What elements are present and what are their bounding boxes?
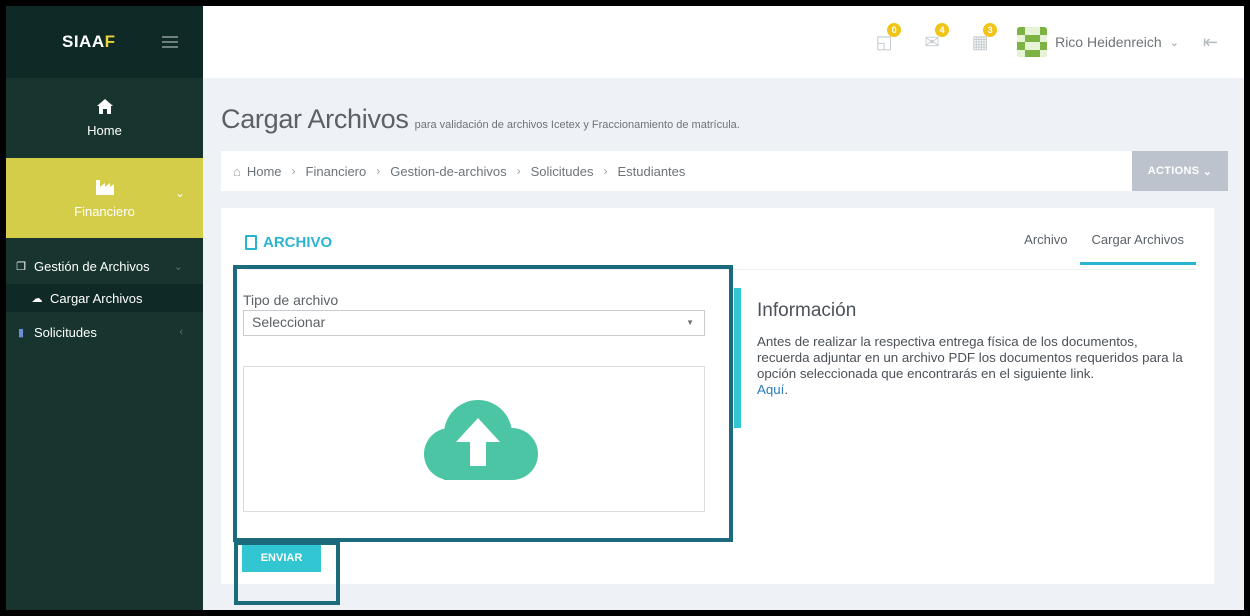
calendar-icon[interactable]: ▦ 3 <box>969 23 998 53</box>
info-panel: Información Antes de realizar la respect… <box>734 288 1184 428</box>
brand: SIAAF <box>6 6 203 78</box>
actions-button[interactable]: ACTIONS ⌄ <box>1132 151 1228 191</box>
chevron-right-icon: › <box>376 164 381 178</box>
chevron-left-icon: ‹ <box>179 326 183 338</box>
nav-home-label: Home <box>87 123 122 138</box>
chevron-right-icon: › <box>291 164 296 178</box>
nav-financiero[interactable]: Financiero ⌄ <box>6 158 203 238</box>
sidebar-item-label: Gestión de Archivos <box>34 258 150 274</box>
bell-icon[interactable]: ◱ 0 <box>873 23 902 53</box>
nav-home[interactable]: Home <box>6 78 203 158</box>
chevron-down-icon: ⌄ <box>173 260 183 273</box>
info-text: Antes de realizar la respectiva entrega … <box>757 334 1183 397</box>
info-link[interactable]: Aquí <box>757 382 784 397</box>
page-title-text: Cargar Archivos <box>221 104 409 134</box>
files-icon: ❐ <box>16 260 26 273</box>
logout-icon[interactable]: ⇤ <box>1203 32 1218 53</box>
user-menu[interactable]: Rico Heidenreich ⌄ <box>1017 27 1179 57</box>
top-bar: ◱ 0 ✉ 4 ▦ 3 Rico Heidenreich ⌄ ⇤ <box>203 6 1244 78</box>
sidebar: SIAAF Home Financiero ⌄ ❐ Gestión de Arc… <box>6 6 203 610</box>
info-title: Información <box>757 300 857 321</box>
chevron-down-icon: ⌄ <box>1169 36 1179 49</box>
actions-label: ACTIONS <box>1147 165 1200 177</box>
menu-toggle-icon[interactable] <box>162 36 178 48</box>
document-icon <box>245 235 257 250</box>
user-name: Rico Heidenreich <box>1055 34 1162 50</box>
notifications-badge: 0 <box>887 23 902 37</box>
breadcrumb-item-home[interactable]: Home <box>247 164 282 179</box>
breadcrumb-item-solicitudes[interactable]: Solicitudes <box>531 164 594 179</box>
portlet-title-text: ARCHIVO <box>263 234 333 251</box>
breadcrumb-item-financiero[interactable]: Financiero <box>306 164 367 179</box>
breadcrumb-item-estudiantes[interactable]: Estudiantes <box>617 164 685 179</box>
chevron-down-icon: ⌄ <box>174 186 185 200</box>
bookmark-icon: ▮ <box>17 326 25 339</box>
tab-cargar-archivos[interactable]: Cargar Archivos <box>1079 232 1196 265</box>
breadcrumb: ⌂ Home › Financiero › Gestion-de-archivo… <box>221 151 1228 191</box>
breadcrumb-item-gestion[interactable]: Gestion-de-archivos <box>390 164 506 179</box>
app-frame: SIAAF Home Financiero ⌄ ❐ Gestión de Arc… <box>6 6 1244 610</box>
home-outline-icon: ⌂ <box>233 163 241 179</box>
sidebar-item-label: Solicitudes <box>34 324 97 340</box>
highlight-box-send <box>234 541 340 605</box>
portlet-title: ARCHIVO <box>245 234 332 251</box>
messages-badge: 4 <box>935 23 950 37</box>
nav-financiero-label: Financiero <box>74 203 135 219</box>
page-title: Cargar Archivos para validación de archi… <box>221 104 740 135</box>
avatar <box>1017 27 1048 57</box>
sidebar-item-cargar-archivos[interactable]: ☁ Cargar Archivos <box>6 284 203 312</box>
brand-logo-text[interactable]: SIAAF <box>62 32 116 52</box>
cloud-upload-icon: ☁ <box>31 292 43 305</box>
calendar-badge: 3 <box>983 23 998 37</box>
tab-archivo[interactable]: Archivo <box>1012 232 1079 265</box>
portlet-tabs: Archivo Cargar Archivos <box>1012 232 1196 265</box>
highlight-box-form <box>233 265 733 542</box>
sidebar-menu: ❐ Gestión de Archivos ⌄ ☁ Cargar Archivo… <box>6 238 203 346</box>
page-subtitle: para validación de archivos Icetex y Fra… <box>414 119 740 131</box>
chevron-down-icon: ⌄ <box>1202 165 1213 178</box>
envelope-icon[interactable]: ✉ 4 <box>921 23 950 53</box>
factory-icon <box>95 179 114 195</box>
sidebar-item-label: Cargar Archivos <box>50 290 143 306</box>
sidebar-item-gestion-archivos[interactable]: ❐ Gestión de Archivos ⌄ <box>6 252 203 280</box>
sidebar-item-solicitudes[interactable]: ▮ Solicitudes ‹ <box>6 318 203 346</box>
home-icon <box>96 99 113 114</box>
chevron-right-icon: › <box>516 164 521 178</box>
chevron-right-icon: › <box>603 164 608 178</box>
